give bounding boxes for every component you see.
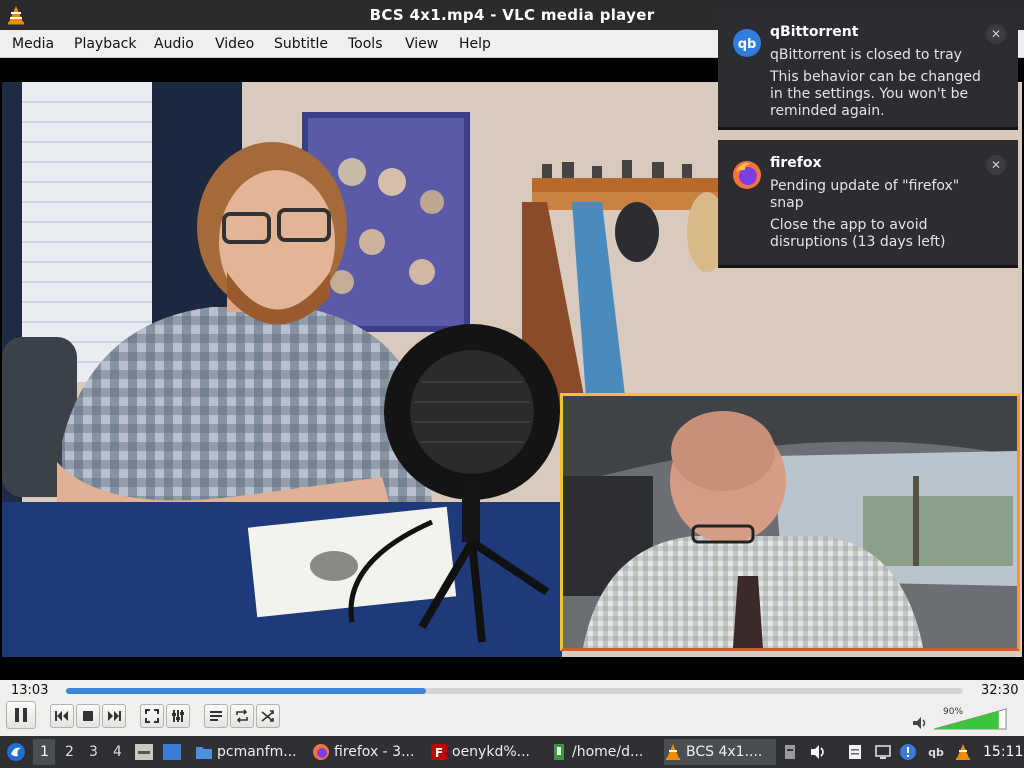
workspace-4[interactable]: 4 <box>113 744 122 760</box>
start-menu-icon[interactable] <box>6 742 26 762</box>
notification-title: firefox <box>770 155 822 171</box>
notification-title: qBittorrent <box>770 24 859 40</box>
elapsed-time: 13:03 <box>11 683 49 698</box>
notification-firefox[interactable]: firefox Pending update of "firefox" snap… <box>718 140 1018 268</box>
workspace-1[interactable]: 1 <box>40 744 49 760</box>
task-terminal[interactable]: /home/d... <box>550 739 660 765</box>
fullscreen-icon <box>145 709 159 723</box>
qbittorrent-tray-icon[interactable]: qb <box>927 743 945 761</box>
workspace-3[interactable]: 3 <box>89 744 98 760</box>
previous-button[interactable] <box>50 704 74 728</box>
network-tray-icon[interactable] <box>874 743 892 761</box>
taskbar: 1 2 3 4 pcmanfm... firefox - 3... F oeny… <box>0 736 1024 768</box>
pause-button[interactable] <box>6 701 36 729</box>
notification-body: This behavior can be changed in the sett… <box>770 69 981 119</box>
clipboard-tray-icon[interactable] <box>781 743 799 761</box>
menu-view[interactable]: View <box>405 36 438 52</box>
notification-close-button[interactable]: ✕ <box>986 24 1006 44</box>
menu-playback[interactable]: Playback <box>74 36 136 52</box>
pause-icon <box>15 708 27 722</box>
notification-body: Close the app to avoid disruptions (13 d… <box>770 217 946 250</box>
svg-text:F: F <box>435 746 443 760</box>
qbittorrent-icon: qb <box>733 29 761 57</box>
menu-tools[interactable]: Tools <box>348 36 383 52</box>
task-label: firefox - 3... <box>334 744 415 760</box>
task-firefox[interactable]: firefox - 3... <box>312 739 422 765</box>
stop-icon <box>83 711 93 721</box>
folder-icon <box>196 747 212 759</box>
task-label: BCS 4x1.... <box>686 744 763 760</box>
workspace-2[interactable]: 2 <box>65 744 74 760</box>
task-pcmanfm[interactable]: pcmanfm... <box>195 739 305 765</box>
seek-progress <box>66 688 426 694</box>
menu-subtitle[interactable]: Subtitle <box>274 36 328 52</box>
loop-button[interactable] <box>230 704 254 728</box>
volume-slider[interactable]: 90% <box>933 707 1008 730</box>
total-time: 32:30 <box>981 683 1019 698</box>
shuffle-icon <box>261 710 274 722</box>
menu-media[interactable]: Media <box>12 36 54 52</box>
vlc-tray-icon[interactable] <box>954 743 972 761</box>
filezilla-icon: F <box>431 744 447 760</box>
fullscreen-button[interactable] <box>140 704 164 728</box>
task-label: oenykd%... <box>452 744 530 760</box>
menu-help[interactable]: Help <box>459 36 491 52</box>
task-vlc[interactable]: BCS 4x1.... <box>664 739 776 765</box>
file-manager-launcher-icon[interactable] <box>134 743 154 761</box>
firefox-icon <box>733 161 761 189</box>
menu-audio[interactable]: Audio <box>154 36 194 52</box>
firefox-icon <box>313 744 329 760</box>
shuffle-button[interactable] <box>256 704 280 728</box>
svg-text:qb: qb <box>928 746 944 759</box>
task-filezilla[interactable]: F oenykd%... <box>430 739 540 765</box>
vlc-icon <box>666 744 680 760</box>
car-scene-illustration <box>563 396 1017 648</box>
loop-icon <box>236 709 248 723</box>
next-icon <box>108 711 121 721</box>
notification-qbittorrent[interactable]: qb qBittorrent qBittorrent is closed to … <box>718 8 1018 130</box>
extended-settings-button[interactable] <box>166 704 190 728</box>
notification-close-button[interactable]: ✕ <box>986 155 1006 175</box>
terminal-icon <box>554 744 564 760</box>
show-desktop-icon[interactable] <box>162 743 182 761</box>
picture-in-picture-inset <box>560 393 1020 651</box>
notification-summary: Pending update of "firefox" snap <box>770 178 960 211</box>
seek-bar[interactable] <box>66 688 963 694</box>
stop-button[interactable] <box>76 704 100 728</box>
speaker-icon[interactable] <box>912 716 928 730</box>
playback-controls: 13:03 32:30 <box>0 680 1024 736</box>
equalizer-icon <box>172 710 184 722</box>
task-label: /home/d... <box>572 744 644 760</box>
notes-tray-icon[interactable] <box>846 743 864 761</box>
volume-tray-icon[interactable] <box>809 743 827 761</box>
svg-text:qb: qb <box>738 37 757 52</box>
previous-icon <box>55 711 68 721</box>
volume-label: 90% <box>943 707 964 717</box>
menu-video[interactable]: Video <box>215 36 254 52</box>
task-label: pcmanfm... <box>217 744 297 760</box>
next-button[interactable] <box>102 704 126 728</box>
notification-summary: qBittorrent is closed to tray <box>770 47 962 63</box>
clock[interactable]: 15:11 <box>983 744 1023 760</box>
update-notifier-tray-icon[interactable] <box>899 743 917 761</box>
playlist-icon <box>210 711 222 721</box>
playlist-button[interactable] <box>204 704 228 728</box>
